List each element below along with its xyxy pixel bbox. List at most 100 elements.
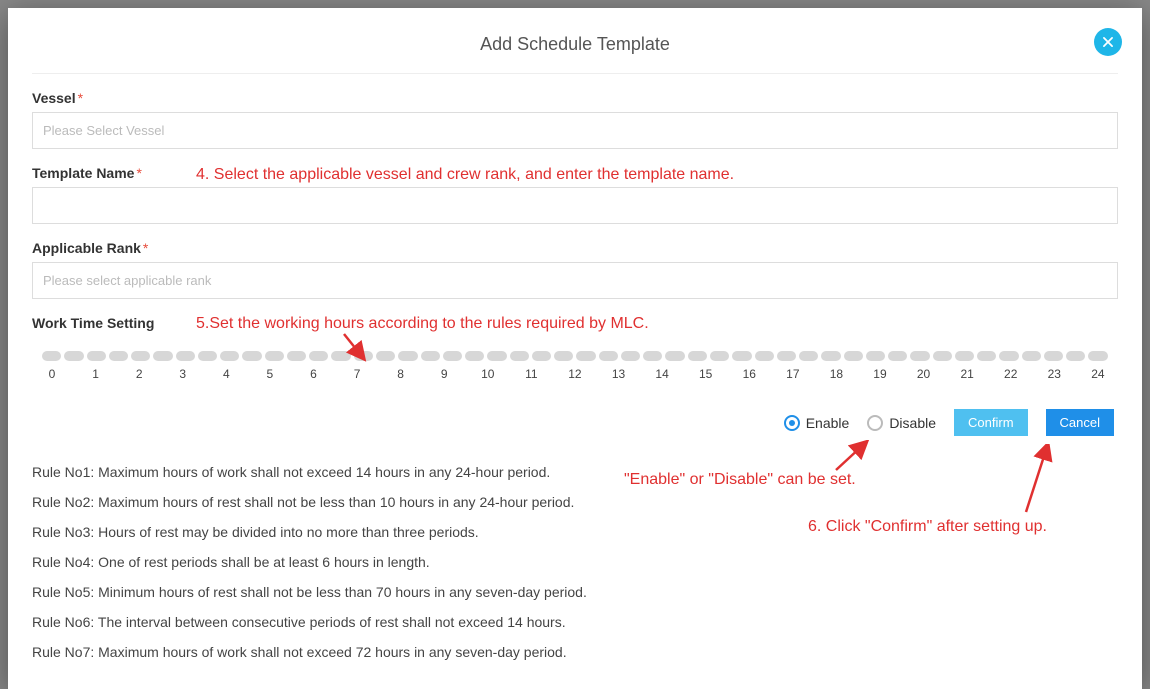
timeline-segment[interactable] [287,351,306,361]
confirm-button[interactable]: Confirm [954,409,1028,436]
hour-label: 18 [826,367,846,381]
enable-radio[interactable]: Enable [784,415,850,431]
add-schedule-template-modal: Add Schedule Template Vessel* Please Sel… [8,8,1142,689]
timeline-hour-labels: 0123456789101112131415161718192021222324 [42,367,1108,381]
timeline-segment[interactable] [777,351,796,361]
enable-label: Enable [806,415,850,431]
timeline-segment[interactable] [665,351,684,361]
hour-label: 17 [783,367,803,381]
timeline-segment[interactable] [621,351,640,361]
timeline-segment[interactable] [599,351,618,361]
timeline-segment[interactable] [153,351,172,361]
timeline-segment[interactable] [688,351,707,361]
timeline-segment[interactable] [42,351,61,361]
radio-dot-icon [784,415,800,431]
work-time-setting-label: Work Time Setting [32,315,1118,331]
timeline-segment[interactable] [64,351,83,361]
timeline-segment[interactable] [999,351,1018,361]
hour-label: 22 [1001,367,1021,381]
close-button[interactable] [1094,28,1122,56]
timeline-track[interactable] [42,351,1108,361]
required-asterisk: * [143,240,148,256]
timeline-segment[interactable] [977,351,996,361]
hour-label: 2 [129,367,149,381]
timeline-segment[interactable] [265,351,284,361]
timeline-segment[interactable] [910,351,929,361]
timeline-segment[interactable] [109,351,128,361]
timeline-segment[interactable] [710,351,729,361]
rule-text: Rule No7: Maximum hours of work shall no… [32,644,1118,660]
timeline-segment[interactable] [1022,351,1041,361]
hour-label: 10 [478,367,498,381]
actions-row: Enable Disable Confirm Cancel [32,409,1114,436]
timeline-segment[interactable] [376,351,395,361]
hour-label: 19 [870,367,890,381]
timeline-segment[interactable] [87,351,106,361]
hour-label: 11 [521,367,541,381]
hour-label: 23 [1044,367,1064,381]
hour-label: 1 [86,367,106,381]
timeline-segment[interactable] [933,351,952,361]
timeline-segment[interactable] [131,351,150,361]
hour-label: 4 [216,367,236,381]
timeline-segment[interactable] [242,351,261,361]
mlc-rules-list: Rule No1: Maximum hours of work shall no… [32,464,1118,660]
timeline-segment[interactable] [554,351,573,361]
timeline-segment[interactable] [176,351,195,361]
rule-text: Rule No2: Maximum hours of rest shall no… [32,494,1118,510]
timeline-segment[interactable] [1088,351,1107,361]
timeline-segment[interactable] [844,351,863,361]
hour-label: 21 [957,367,977,381]
applicable-rank-select[interactable]: Please select applicable rank [32,262,1118,299]
hour-label: 24 [1088,367,1108,381]
work-time-timeline[interactable]: 0123456789101112131415161718192021222324 [32,341,1118,385]
rule-text: Rule No1: Maximum hours of work shall no… [32,464,1118,480]
timeline-segment[interactable] [643,351,662,361]
timeline-segment[interactable] [888,351,907,361]
close-icon [1101,35,1115,49]
hour-label: 15 [696,367,716,381]
timeline-segment[interactable] [354,351,373,361]
timeline-segment[interactable] [421,351,440,361]
rule-text: Rule No3: Hours of rest may be divided i… [32,524,1118,540]
timeline-segment[interactable] [755,351,774,361]
timeline-segment[interactable] [866,351,885,361]
disable-radio[interactable]: Disable [867,415,936,431]
timeline-segment[interactable] [732,351,751,361]
vessel-select[interactable]: Please Select Vessel [32,112,1118,149]
timeline-segment[interactable] [443,351,462,361]
template-name-input[interactable] [32,187,1118,224]
timeline-segment[interactable] [510,351,529,361]
divider [32,73,1118,74]
timeline-segment[interactable] [331,351,350,361]
hour-label: 14 [652,367,672,381]
timeline-segment[interactable] [799,351,818,361]
timeline-segment[interactable] [955,351,974,361]
hour-label: 9 [434,367,454,381]
timeline-segment[interactable] [309,351,328,361]
timeline-segment[interactable] [465,351,484,361]
timeline-segment[interactable] [198,351,217,361]
template-name-label: Template Name* [32,165,1118,181]
timeline-segment[interactable] [220,351,239,361]
cancel-button[interactable]: Cancel [1046,409,1114,436]
rule-text: Rule No4: One of rest periods shall be a… [32,554,1118,570]
timeline-segment[interactable] [398,351,417,361]
hour-label: 5 [260,367,280,381]
hour-label: 3 [173,367,193,381]
timeline-segment[interactable] [1044,351,1063,361]
vessel-label: Vessel* [32,90,1118,106]
timeline-segment[interactable] [1066,351,1085,361]
hour-label: 7 [347,367,367,381]
required-asterisk: * [136,165,141,181]
timeline-segment[interactable] [532,351,551,361]
timeline-segment[interactable] [576,351,595,361]
rule-text: Rule No5: Minimum hours of rest shall no… [32,584,1118,600]
radio-dot-icon [867,415,883,431]
disable-label: Disable [889,415,936,431]
timeline-segment[interactable] [487,351,506,361]
timeline-segment[interactable] [821,351,840,361]
hour-label: 6 [303,367,323,381]
required-asterisk: * [78,90,83,106]
rule-text: Rule No6: The interval between consecuti… [32,614,1118,630]
